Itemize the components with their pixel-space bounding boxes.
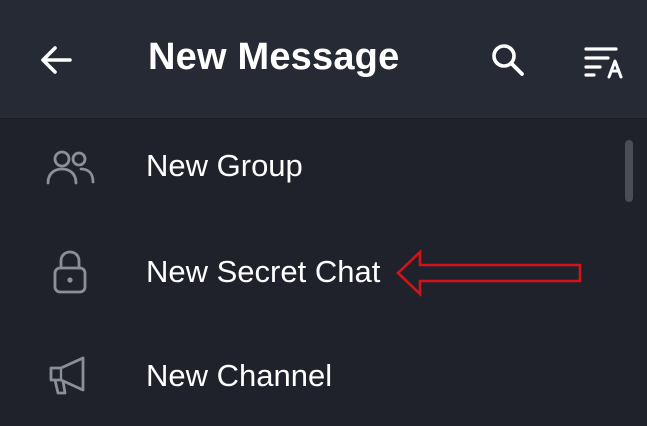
search-icon — [492, 44, 524, 76]
new-group-label: New Group — [146, 148, 303, 183]
sort-button[interactable] — [578, 32, 634, 88]
sort-alpha-icon — [584, 47, 623, 79]
back-button[interactable] — [26, 32, 86, 88]
people-icon — [40, 138, 100, 198]
new-secret-chat-label: New Secret Chat — [146, 254, 381, 289]
annotation-arrow-icon — [396, 248, 582, 298]
scrollbar-thumb[interactable] — [625, 140, 633, 202]
new-channel-label: New Channel — [146, 358, 333, 393]
megaphone-icon — [40, 346, 100, 406]
search-button[interactable] — [480, 32, 536, 88]
new-group-item[interactable]: New Group — [0, 118, 610, 218]
arrow-left-icon — [41, 46, 72, 74]
page-title: New Message — [148, 36, 400, 78]
new-channel-item[interactable]: New Channel — [0, 326, 610, 426]
lock-icon — [40, 242, 100, 302]
app-header: New Message — [0, 0, 647, 118]
